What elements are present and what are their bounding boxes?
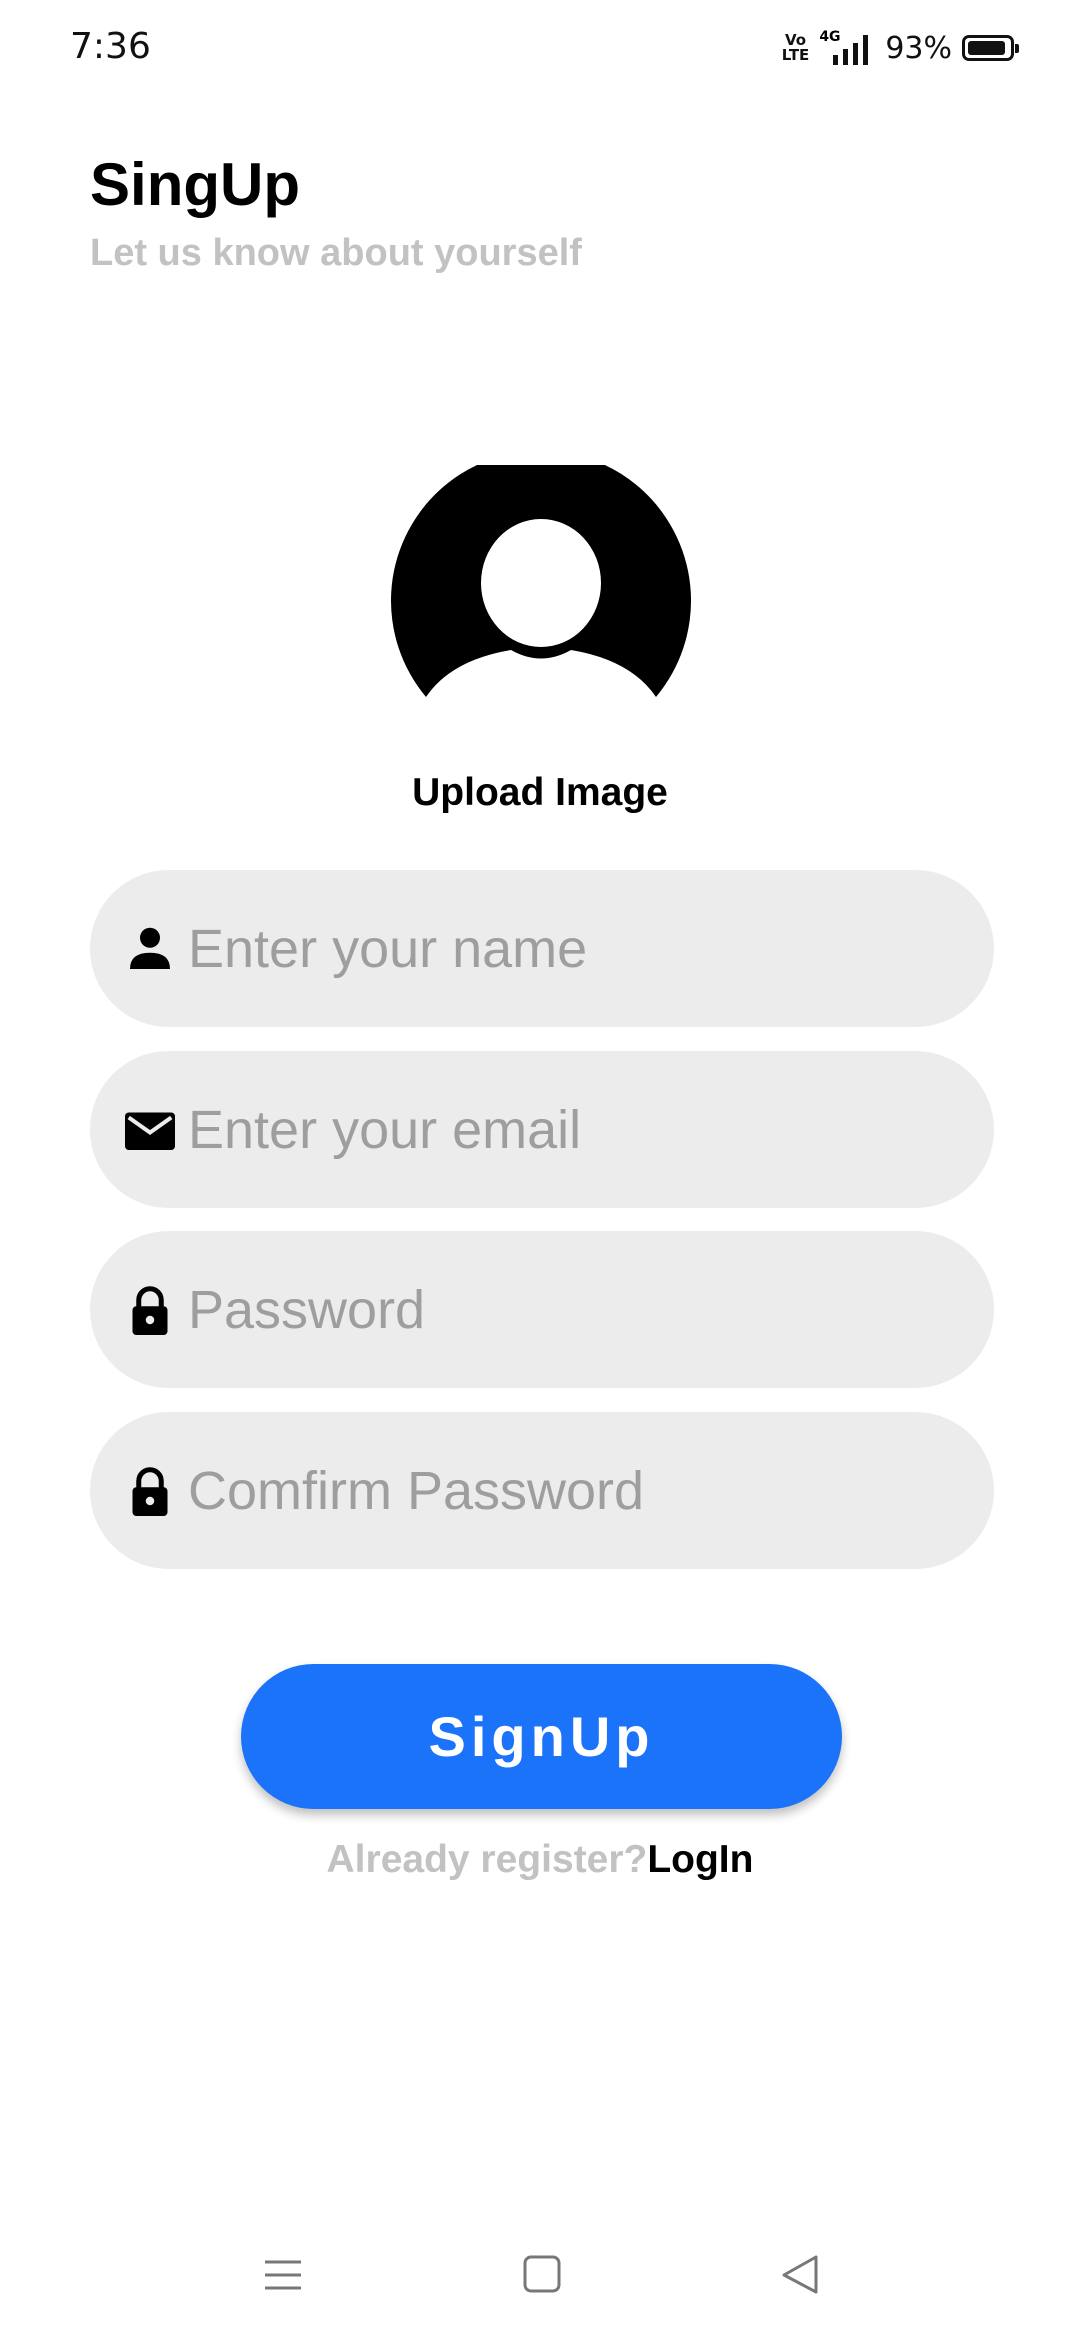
email-input[interactable] (188, 1051, 948, 1208)
home-square-icon[interactable] (512, 2250, 572, 2300)
confirm-password-field[interactable] (90, 1412, 994, 1569)
menu-icon[interactable] (253, 2250, 313, 2300)
page-title: SingUp (90, 151, 300, 218)
password-input[interactable] (188, 1231, 948, 1388)
email-field[interactable] (90, 1051, 994, 1208)
default-user-avatar-icon (391, 450, 691, 697)
back-triangle-icon[interactable] (770, 2250, 830, 2300)
login-link[interactable]: LogIn (647, 1838, 753, 1881)
password-field[interactable] (90, 1231, 994, 1388)
signup-button[interactable]: SignUp (241, 1664, 842, 1809)
volte-icon: Vo LTE (781, 31, 810, 64)
login-prompt: Already register? (326, 1838, 648, 1881)
battery-icon (962, 35, 1019, 61)
page-subtitle: Let us know about yourself (90, 232, 582, 274)
name-input[interactable] (188, 870, 948, 1027)
mail-icon (125, 1112, 175, 1150)
upload-image-label[interactable]: Upload Image (0, 771, 1080, 815)
status-bar: 7:36 Vo LTE 4G 93% (0, 0, 1080, 96)
status-icons: Vo LTE 4G 93% (781, 26, 1019, 70)
confirm-password-input[interactable] (188, 1412, 948, 1569)
person-icon (130, 927, 170, 969)
login-row: Already register?LogIn (0, 1838, 1080, 1882)
signal-icon: 4G (819, 29, 875, 65)
avatar-upload[interactable] (391, 450, 691, 765)
status-time: 7:36 (70, 26, 151, 67)
name-field[interactable] (90, 870, 994, 1027)
battery-percent: 93% (885, 30, 952, 66)
lock-icon (132, 1466, 168, 1516)
lock-icon (132, 1285, 168, 1335)
battery-fill (968, 41, 1005, 55)
